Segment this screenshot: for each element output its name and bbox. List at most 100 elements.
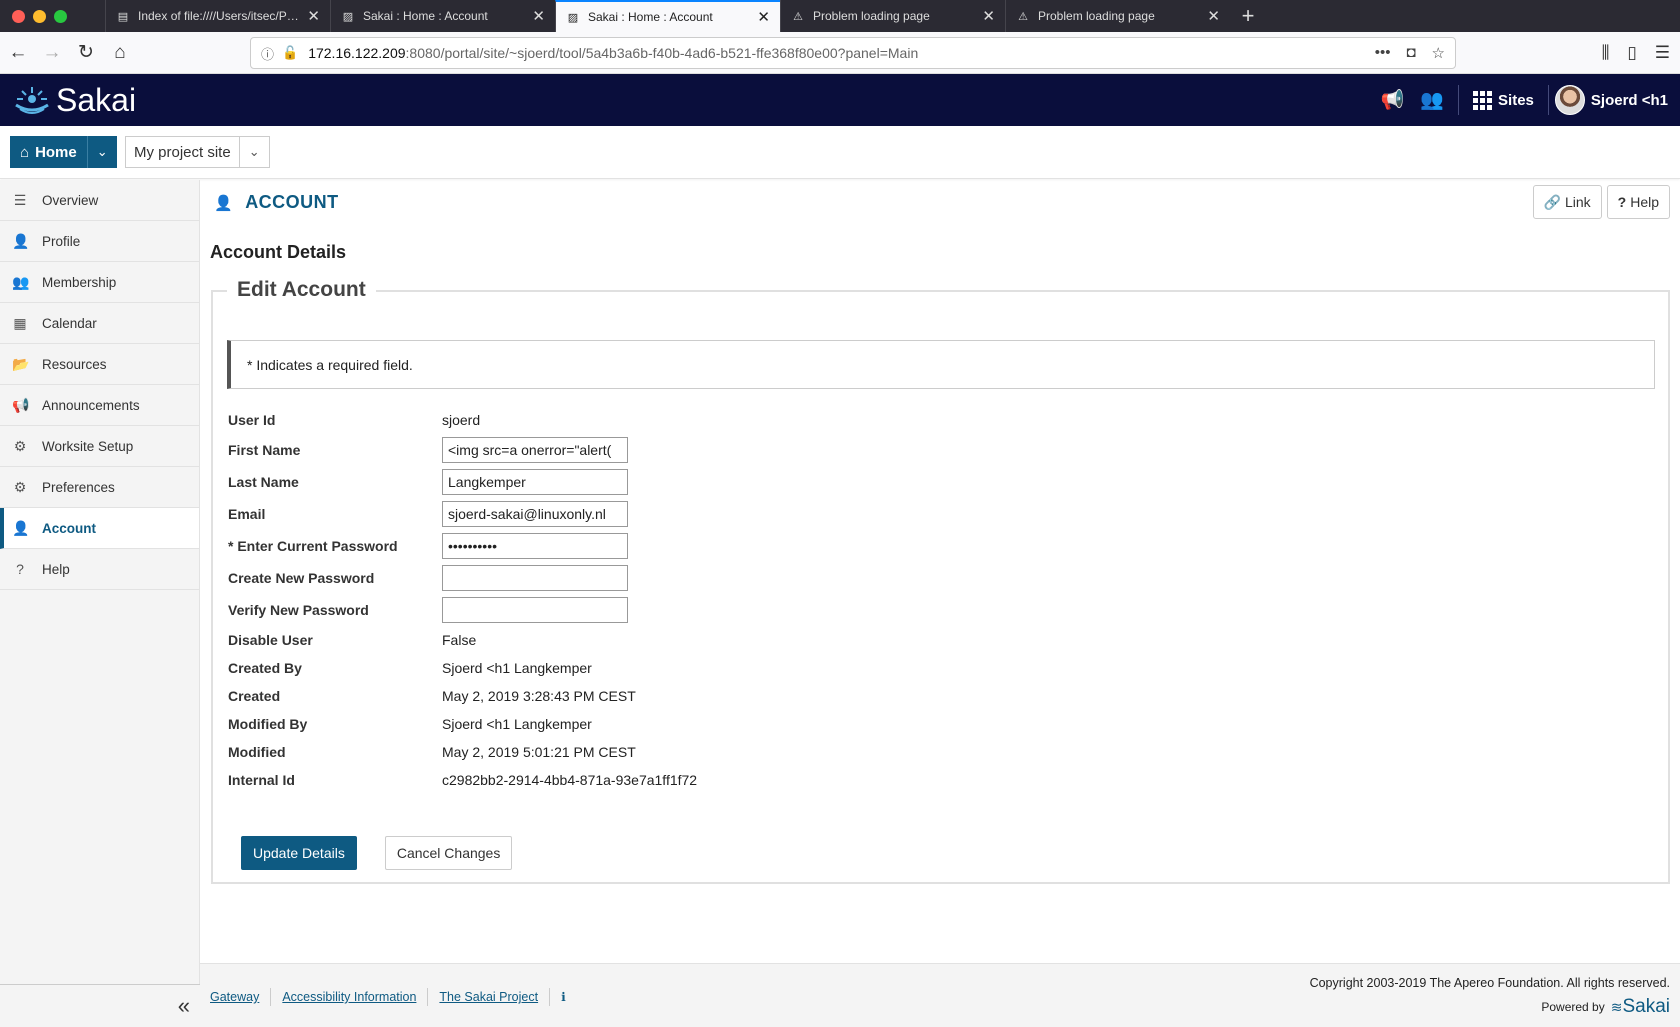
close-tab-icon[interactable]: ✕ — [757, 8, 770, 26]
tab-title: Index of file:////Users/itsec/Proj — [138, 9, 300, 23]
sidebar-item-calendar[interactable]: ▦ Calendar — [0, 303, 199, 344]
sidebar-item-worksite-setup[interactable]: ⚙ Worksite Setup — [0, 426, 199, 467]
created-value: May 2, 2019 3:28:43 PM CEST — [442, 688, 636, 704]
sakai-footer-logo[interactable]: ≋Sakai — [1611, 996, 1670, 1018]
sakai-favicon-icon: ▨ — [342, 10, 354, 23]
sakai-header: Sakai 📢 👥 Sites Sjoerd <h1 — [0, 74, 1680, 126]
info-icon[interactable]: ⓘ — [261, 44, 274, 63]
current-password-input[interactable] — [442, 533, 628, 559]
sidebar-item-label: Profile — [42, 233, 81, 249]
sakai-favicon-icon: ▨ — [567, 11, 579, 24]
row-last-name: Last Name — [228, 467, 928, 497]
field-label: Disable User — [228, 632, 313, 648]
library-icon[interactable]: ⫼ — [1602, 43, 1610, 63]
row-modified-by: Modified By Sjoerd <h1 Langkemper — [228, 709, 928, 739]
reload-icon[interactable]: ↻ — [70, 37, 102, 69]
info-circle-icon[interactable]: ℹ — [550, 990, 566, 1004]
grid-icon — [1473, 90, 1493, 110]
help-button[interactable]: ? Help — [1606, 185, 1670, 219]
minimize-window-button[interactable] — [33, 9, 46, 23]
megaphone-icon[interactable]: 📢 — [1373, 88, 1413, 112]
verify-password-input[interactable] — [442, 597, 628, 623]
field-label: Modified — [228, 744, 286, 760]
zoom-window-button[interactable] — [54, 9, 67, 23]
update-details-button[interactable]: Update Details — [241, 836, 357, 870]
close-tab-icon[interactable]: ✕ — [532, 7, 545, 25]
first-name-input[interactable] — [442, 437, 628, 463]
field-label: Created — [228, 688, 281, 704]
link-button[interactable]: 🔗 Link — [1532, 185, 1602, 219]
sidebar-item-label: Help — [42, 561, 70, 577]
sidebar-item-help[interactable]: ? Help — [0, 549, 199, 590]
cancel-changes-button[interactable]: Cancel Changes — [384, 836, 513, 870]
megaphone-icon: 📢 — [12, 396, 30, 413]
url-bar[interactable]: ⓘ 🔓 172.16.122.209:8080/portal/site/~sjo… — [250, 37, 1456, 69]
calendar-icon: ▦ — [13, 314, 27, 331]
field-label: First Name — [228, 442, 301, 458]
email-input[interactable] — [442, 501, 628, 527]
field-label: Verify New Password — [228, 602, 369, 618]
sidebar-item-label: Membership — [42, 274, 117, 290]
sidebar-item-membership[interactable]: 👥 Membership — [0, 262, 199, 303]
home-icon[interactable]: ⌂ — [104, 37, 136, 69]
users-icon[interactable]: 👥 — [1412, 88, 1452, 112]
home-site-button[interactable]: ⌂ Home ⌄ — [10, 136, 117, 168]
site-nav: ⌂ Home ⌄ My project site ⌄ — [0, 126, 1680, 179]
sakai-logo[interactable]: Sakai — [12, 82, 136, 119]
close-tab-icon[interactable]: ✕ — [982, 7, 995, 25]
footer-link-sakai-project[interactable]: The Sakai Project — [428, 988, 551, 1006]
chevron-down-icon[interactable]: ⌄ — [238, 137, 269, 167]
new-tab-button[interactable]: + — [1230, 0, 1266, 32]
home-site-label-wrap: ⌂ Home — [10, 136, 87, 168]
new-password-input[interactable] — [442, 565, 628, 591]
sidebar-item-announcements[interactable]: 📢 Announcements — [0, 385, 199, 426]
row-current-password: * Enter Current Password — [228, 531, 928, 561]
forward-icon[interactable]: → — [36, 37, 68, 69]
sidebar-item-overview[interactable]: ☰ Overview — [0, 180, 199, 221]
footer-link-gateway[interactable]: Gateway — [210, 988, 272, 1006]
user-menu[interactable]: Sjoerd <h1 — [1554, 85, 1680, 115]
file-icon: ▤ — [117, 10, 129, 23]
browser-tab-active[interactable]: ▨ Sakai : Home : Account ✕ — [555, 0, 780, 32]
browser-tab[interactable]: ▨ Sakai : Home : Account ✕ — [330, 0, 555, 32]
pocket-icon[interactable]: ◘ — [1406, 44, 1415, 62]
browser-tab[interactable]: ⚠ Problem loading page ✕ — [1005, 0, 1230, 32]
browser-tab[interactable]: ▤ Index of file:////Users/itsec/Proj ✕ — [105, 0, 330, 32]
sites-button[interactable]: Sites — [1465, 90, 1542, 110]
page-actions-icon[interactable]: ••• — [1375, 44, 1391, 62]
home-site-label: Home — [35, 143, 77, 161]
sidebar-item-label: Preferences — [42, 479, 115, 495]
row-verify-password: Verify New Password — [228, 595, 928, 625]
field-label: User Id — [228, 412, 276, 428]
sidebar-item-account[interactable]: 👤 Account — [0, 508, 199, 549]
required-field-notice: * Indicates a required field. — [227, 340, 1655, 389]
row-disable-user: Disable User False — [228, 625, 928, 655]
sidebar-item-label: Resources — [42, 356, 107, 372]
chevron-down-icon[interactable]: ⌄ — [86, 136, 117, 168]
field-label: Created By — [228, 660, 302, 676]
row-created: Created May 2, 2019 3:28:43 PM CEST — [228, 681, 928, 711]
close-tab-icon[interactable]: ✕ — [307, 7, 320, 25]
collapse-sidebar-button[interactable]: « — [0, 984, 200, 1027]
project-site-button[interactable]: My project site ⌄ — [125, 136, 270, 168]
question-circle-icon: ? — [16, 561, 24, 577]
sidebar-toggle-icon[interactable]: ▯ — [1627, 43, 1636, 63]
modified-by-value: Sjoerd <h1 Langkemper — [442, 716, 592, 732]
fieldset-legend: Edit Account — [227, 278, 376, 302]
last-name-input[interactable] — [442, 469, 628, 495]
tab-title: Sakai : Home : Account — [588, 10, 713, 24]
sidebar-item-preferences[interactable]: ⚙ Preferences — [0, 467, 199, 508]
user-icon: 👤 — [12, 519, 30, 536]
back-icon[interactable]: ← — [2, 37, 34, 69]
field-label: Modified By — [228, 716, 308, 732]
bookmark-star-icon[interactable]: ☆ — [1432, 44, 1445, 62]
footer-link-accessibility[interactable]: Accessibility Information — [271, 988, 429, 1006]
close-tab-icon[interactable]: ✕ — [1207, 7, 1220, 25]
sidebar-item-profile[interactable]: 👤 Profile — [0, 221, 199, 262]
sidebar-item-resources[interactable]: 📂 Resources — [0, 344, 199, 385]
browser-tab[interactable]: ⚠ Problem loading page ✕ — [780, 0, 1005, 32]
sakai-logo-icon: ≋ — [1610, 999, 1623, 1015]
powered-by-text: Powered by — [1541, 1000, 1605, 1014]
menu-icon[interactable]: ☰ — [1655, 43, 1670, 63]
close-window-button[interactable] — [12, 9, 25, 23]
